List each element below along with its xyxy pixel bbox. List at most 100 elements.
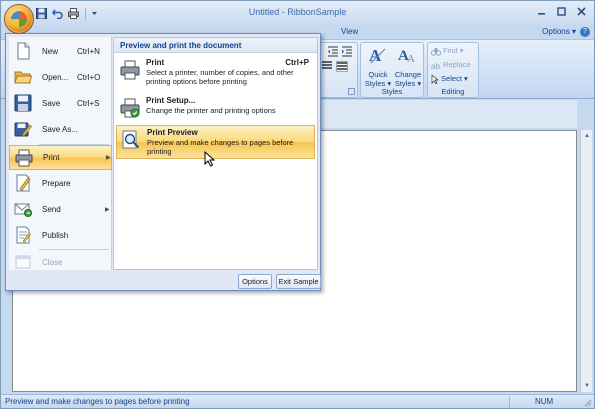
qat-customize-button[interactable]: [91, 7, 98, 20]
menu-item-label: Save: [42, 99, 61, 108]
styles-group-label: Styles: [381, 87, 403, 96]
menu-item-save[interactable]: Save Ctrl+S: [9, 91, 112, 116]
options-dropdown[interactable]: Options ▾: [542, 27, 576, 36]
application-window: Untitled - RibbonSample View Options ▾ ?…: [0, 0, 595, 409]
scroll-down-arrow-icon[interactable]: ▼: [581, 380, 593, 392]
change-styles-label-1: Change: [394, 70, 422, 79]
increase-indent-button[interactable]: [341, 46, 353, 57]
publish-icon: [16, 226, 31, 244]
window-controls: [532, 4, 590, 19]
num-lock-indicator: NUM: [535, 397, 554, 406]
quick-styles-button[interactable]: A Quick Styles ▾: [363, 45, 393, 89]
menu-item-label: Prepare: [42, 179, 71, 188]
maximize-button[interactable]: [552, 4, 570, 19]
chevron-down-icon: [92, 12, 97, 15]
vertical-scrollbar[interactable]: ▲ ▼: [580, 130, 592, 392]
select-cursor-icon: [431, 73, 439, 85]
prepare-icon: [16, 174, 31, 192]
submenu-item-print-setup[interactable]: Print Setup... Change the printer and pr…: [116, 94, 315, 122]
submenu-item-print-preview[interactable]: Print Preview Preview and make changes t…: [116, 125, 315, 159]
qat-save-button[interactable]: [35, 7, 48, 20]
maximize-icon: [556, 7, 566, 16]
submenu-item-title: Print: [146, 58, 165, 67]
menu-item-shortcut: Ctrl+N: [77, 47, 100, 56]
print-submenu: Preview and print the document Print Ctr…: [113, 37, 318, 270]
select-label: Select: [441, 74, 462, 83]
save-disk-icon: [36, 8, 47, 19]
svg-text:A: A: [407, 53, 415, 65]
menu-item-prepare[interactable]: Prepare: [9, 171, 112, 196]
office-button[interactable]: [4, 4, 34, 34]
submenu-arrow-icon: ▶: [106, 155, 111, 161]
paragraph-dialog-launcher[interactable]: [348, 88, 355, 95]
replace-icon: ab: [431, 62, 440, 71]
qat-undo-button[interactable]: [51, 7, 64, 20]
minimize-icon: [537, 13, 545, 15]
select-button[interactable]: Select ▾: [431, 73, 477, 85]
app-menu-footer: Options Exit Sample: [9, 273, 321, 289]
close-icon: [576, 7, 586, 16]
qat-print-button[interactable]: [67, 7, 80, 20]
change-styles-icon: AA: [398, 48, 415, 65]
submenu-item-shortcut: Ctrl+P: [285, 58, 309, 67]
close-window-button[interactable]: [572, 4, 590, 19]
minimize-button[interactable]: [532, 4, 550, 19]
printer-small-icon: [68, 8, 79, 19]
menu-item-new[interactable]: New Ctrl+N: [9, 39, 112, 64]
title-document-name: Untitled: [248, 7, 280, 17]
menu-item-label: Publish: [42, 231, 69, 240]
app-menu-command-list: New Ctrl+N Open... Ctrl+O Save Ctrl+S Sa…: [9, 37, 112, 270]
undo-icon: [52, 9, 63, 19]
align-icon: [322, 61, 332, 69]
editing-group-label: Editing: [441, 87, 465, 96]
find-label: Find: [443, 46, 458, 55]
menu-item-print[interactable]: Print ▶: [9, 145, 112, 170]
menu-item-label: Save As...: [42, 125, 79, 134]
menu-item-label: New: [42, 47, 59, 56]
menu-item-shortcut: Ctrl+O: [77, 73, 101, 82]
decrease-indent-icon: [328, 46, 338, 57]
menu-item-open[interactable]: Open... Ctrl+O: [9, 65, 112, 90]
options-label: Options: [542, 27, 570, 36]
send-icon: [14, 203, 32, 217]
decrease-indent-button[interactable]: [327, 46, 339, 57]
title-bar: Untitled - RibbonSample: [1, 1, 594, 25]
menu-item-publish[interactable]: Publish: [9, 223, 112, 248]
submenu-arrow-icon: ▶: [105, 207, 110, 213]
menu-item-save-as[interactable]: Save As...: [9, 117, 112, 142]
menu-item-shortcut: Ctrl+S: [77, 99, 100, 108]
menu-item-close[interactable]: Close: [9, 250, 112, 275]
submenu-item-print[interactable]: Print Ctrl+P Select a printer, number of…: [116, 56, 315, 92]
align-left-button[interactable]: [322, 61, 332, 71]
replace-button[interactable]: ab Replace: [431, 60, 477, 71]
printer-icon: [15, 149, 33, 167]
submenu-item-description: Preview and make changes to pages before…: [147, 138, 294, 156]
resize-grip-icon[interactable]: [582, 397, 592, 407]
justify-button[interactable]: [336, 61, 348, 72]
open-folder-icon: [14, 71, 32, 84]
group-paragraph: [318, 42, 358, 98]
change-styles-button[interactable]: AA Change Styles ▾: [393, 45, 423, 89]
office-logo-icon: [11, 11, 27, 27]
new-document-icon: [17, 42, 30, 60]
justify-icon: [337, 62, 347, 70]
status-bar: Preview and make changes to pages before…: [1, 394, 594, 408]
title-app-name: RibbonSample: [287, 7, 347, 17]
status-divider: [509, 396, 510, 408]
print-setup-icon: [120, 98, 140, 118]
help-icon[interactable]: ?: [580, 27, 590, 37]
menu-item-label: Open...: [42, 73, 69, 82]
exit-sample-button[interactable]: Exit Sample: [276, 274, 321, 289]
menu-item-send[interactable]: Send ▶: [9, 197, 112, 222]
tab-view[interactable]: View: [341, 27, 358, 36]
menu-item-label: Print: [43, 153, 60, 162]
svg-text:ab: ab: [431, 62, 440, 70]
replace-label: Replace: [443, 60, 471, 69]
save-disk-icon: [14, 94, 32, 112]
quick-access-toolbar: [35, 6, 98, 21]
menu-item-label: Send: [42, 205, 61, 214]
scroll-up-arrow-icon[interactable]: ▲: [581, 130, 593, 142]
options-button[interactable]: Options: [238, 274, 272, 289]
find-button[interactable]: Find ▾: [430, 46, 477, 57]
binoculars-icon: [430, 47, 442, 56]
